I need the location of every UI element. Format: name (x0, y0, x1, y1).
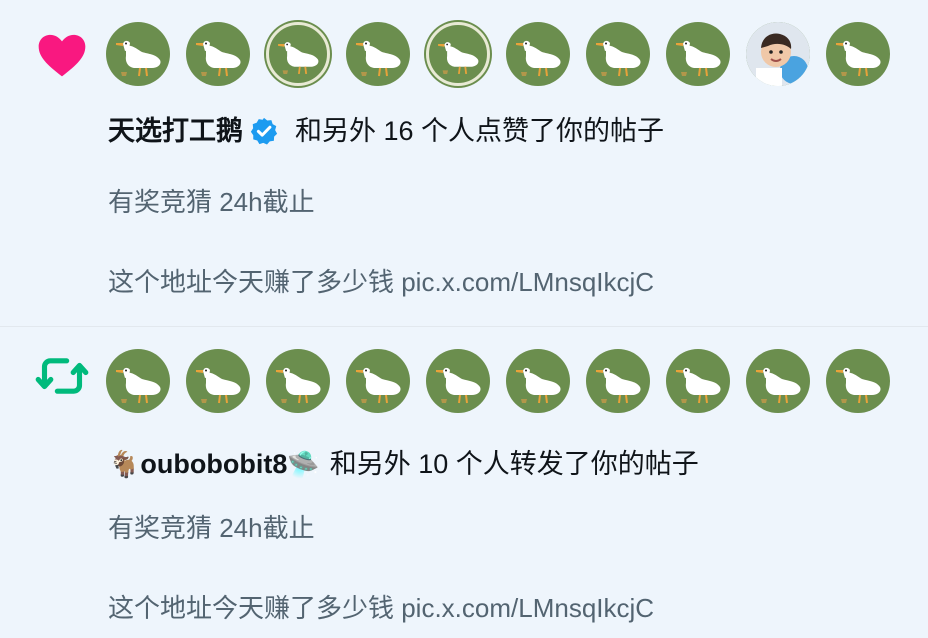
avatar-row (106, 22, 906, 88)
goose-avatar[interactable] (666, 22, 730, 86)
goose-avatar[interactable] (666, 349, 730, 413)
repost-notification[interactable]: 🐐 oubobobit8 🛸 和另外 10 个人转发了你的帖子 有奖竞猜 24h… (0, 327, 928, 638)
goose-avatar[interactable] (506, 22, 570, 86)
actor-line: 天选打工鹅 和另外 16 个人点赞了你的帖子 (108, 114, 664, 148)
repost-icon (35, 358, 89, 394)
goose-avatar[interactable] (506, 349, 570, 413)
goose-avatar[interactable] (266, 22, 330, 86)
post-text-line[interactable]: 有奖竞猜 24h截止 (108, 186, 315, 218)
goose-avatar[interactable] (826, 349, 890, 413)
goose-avatar[interactable] (586, 349, 650, 413)
goose-avatar[interactable] (346, 349, 410, 413)
post-text-line[interactable]: 有奖竞猜 24h截止 (108, 512, 315, 544)
actor-name[interactable]: 天选打工鹅 (108, 114, 243, 148)
goose-avatar[interactable] (186, 349, 250, 413)
post-text-line[interactable]: 这个地址今天赚了多少钱 pic.x.com/LMnsqIkcjC (108, 266, 654, 298)
ufo-emoji: 🛸 (287, 449, 320, 479)
goose-avatar[interactable] (586, 22, 650, 86)
action-text: 和另外 10 个人转发了你的帖子 (329, 449, 699, 479)
goose-avatar[interactable] (426, 349, 490, 413)
post-text-line[interactable]: 这个地址今天赚了多少钱 pic.x.com/LMnsqIkcjC (108, 592, 654, 624)
actor-name[interactable]: oubobobit8 (140, 447, 287, 481)
goose-avatar[interactable] (826, 22, 890, 86)
heart-icon (38, 34, 86, 77)
goose-avatar[interactable] (106, 349, 170, 413)
goose-avatar[interactable] (346, 22, 410, 86)
actor-line: 🐐 oubobobit8 🛸 和另外 10 个人转发了你的帖子 (108, 447, 699, 481)
goose-avatar[interactable] (266, 349, 330, 413)
child-photo-avatar[interactable] (746, 22, 810, 86)
goose-avatar[interactable] (426, 22, 490, 86)
goose-avatar[interactable] (746, 349, 810, 413)
like-notification[interactable]: 天选打工鹅 和另外 16 个人点赞了你的帖子 有奖竞猜 24h截止 这个地址今天… (0, 0, 928, 327)
goat-emoji: 🐐 (108, 449, 141, 479)
goose-avatar[interactable] (186, 22, 250, 86)
verified-badge-icon (250, 117, 278, 145)
goose-avatar[interactable] (106, 22, 170, 86)
action-text: 和另外 16 个人点赞了你的帖子 (295, 116, 665, 146)
avatar-row (106, 349, 906, 415)
